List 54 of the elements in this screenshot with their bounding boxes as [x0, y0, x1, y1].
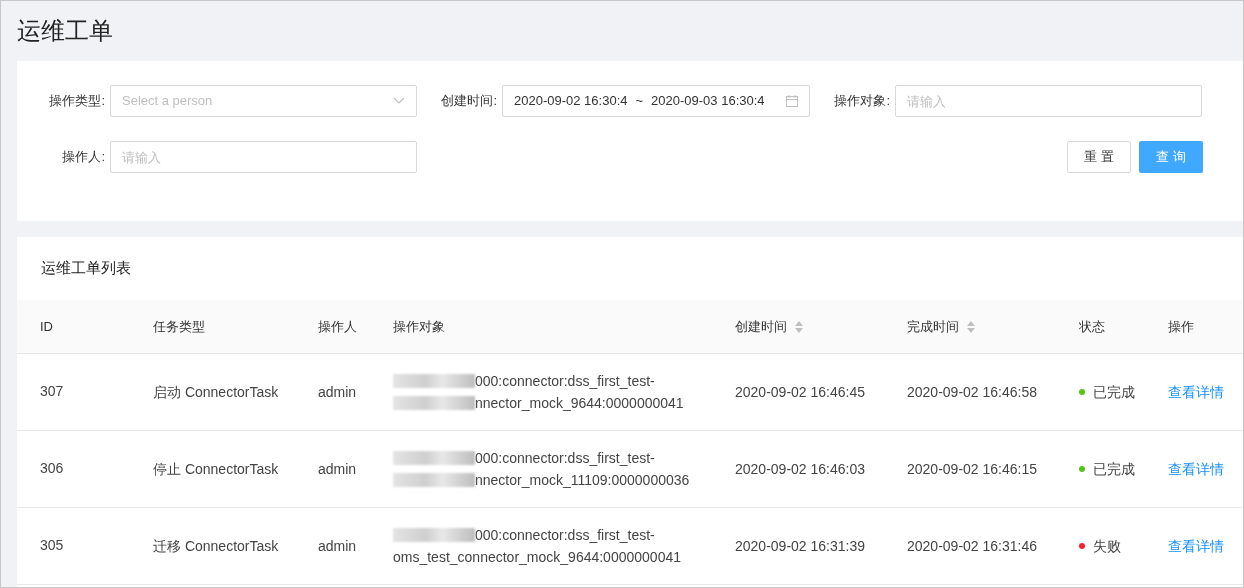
start-date[interactable]: 2020-09-02 16:30:4: [514, 91, 628, 111]
column-header: 任务类型: [153, 317, 205, 336]
reset-button[interactable]: 重 置: [1067, 141, 1131, 173]
table-cell: 迁移 ConnectorTask: [153, 537, 279, 554]
field-label: 创建时间:: [440, 92, 498, 111]
table-cell: 2020-09-02 16:31:46: [907, 537, 1037, 554]
table-cell: 2020-09-02 16:46:15: [907, 460, 1037, 477]
table-cell-text: 000:connector:dss_first_test-: [475, 449, 655, 468]
date-range-field[interactable]: 2020-09-02 16:30:4 ~ 2020-09-03 16:30:4: [502, 85, 810, 117]
column-header: 完成时间: [907, 317, 959, 336]
table-cell-text: nnector_mock_11109:0000000036: [475, 471, 690, 490]
range-separator: ~: [635, 92, 644, 111]
table-cell: 启动 ConnectorTask: [153, 383, 279, 400]
search-button[interactable]: 查 询: [1139, 141, 1203, 173]
table-cell-text: oms_test_connector_mock_9644:0000000041: [393, 548, 681, 567]
sort-icon[interactable]: [795, 320, 803, 333]
table-cell-text: 000:connector:dss_first_test-: [475, 372, 655, 391]
column-header: 创建时间: [735, 317, 787, 336]
column-header: ID: [40, 317, 53, 336]
table-cell-text: 000:connector:dss_first_test-: [475, 526, 655, 545]
table-cell: admin: [318, 537, 357, 554]
table-cell: admin: [318, 383, 357, 400]
column-header: 操作人: [318, 317, 357, 336]
field-label: 操作人:: [61, 148, 106, 167]
table-cell: 2020-09-02 16:31:39: [735, 537, 865, 554]
input-field[interactable]: 请输入: [895, 85, 1202, 117]
table-cell: admin: [318, 460, 357, 477]
page-title: 运维工单: [16, 16, 114, 47]
table-cell: 307: [40, 383, 64, 399]
chevron-down-icon: [393, 97, 405, 105]
table-cell: 2020-09-02 16:46:45: [735, 383, 865, 400]
column-header: 状态: [1079, 317, 1105, 336]
table-cell: 停止 ConnectorTask: [153, 460, 279, 477]
table-title: 运维工单列表: [40, 258, 132, 279]
field-label: 操作对象:: [833, 92, 891, 111]
details-link[interactable]: 查看详情: [1168, 537, 1224, 554]
sort-icon[interactable]: [967, 320, 975, 333]
input-field[interactable]: 请输入: [110, 141, 417, 173]
table-cell-text: nnector_mock_9644:0000000041: [475, 394, 684, 413]
details-link[interactable]: 查看详情: [1168, 460, 1224, 477]
status-text: 已完成: [1093, 382, 1135, 402]
status-text: 已完成: [1093, 459, 1135, 479]
status-text: 失败: [1093, 536, 1121, 556]
table-cell: 305: [40, 537, 64, 553]
select-field[interactable]: Select a person: [110, 85, 417, 117]
calendar-icon: [786, 95, 798, 107]
field-label: 操作类型:: [48, 92, 106, 111]
end-date[interactable]: 2020-09-03 16:30:4: [651, 91, 765, 111]
column-header: 操作对象: [393, 317, 445, 336]
table-cell: 306: [40, 460, 64, 476]
details-link[interactable]: 查看详情: [1168, 383, 1224, 400]
table-cell: 2020-09-02 16:46:58: [907, 383, 1037, 400]
column-header: 操作: [1168, 317, 1194, 336]
table-cell: 2020-09-02 16:46:03: [735, 460, 865, 477]
